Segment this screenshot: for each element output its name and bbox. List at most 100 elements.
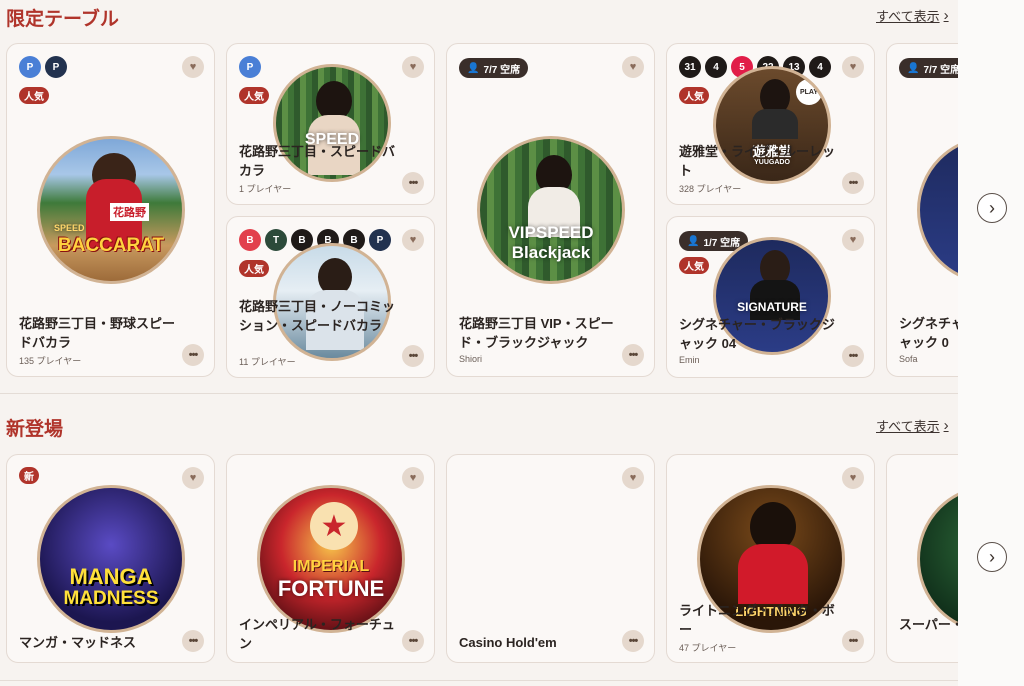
more-icon[interactable]: ••• bbox=[402, 345, 424, 367]
bet-history-chips: P P bbox=[19, 56, 67, 78]
game-card-signature-blackjack-partial[interactable]: 👤 7/7 空席 シグネチャー・ブラックジャック 0 Sofa bbox=[886, 43, 958, 377]
heart-icon[interactable]: ♥ bbox=[402, 229, 424, 251]
heart-icon[interactable]: ♥ bbox=[622, 56, 644, 78]
person-icon: 👤 bbox=[467, 62, 480, 74]
game-thumbnail: VIPSPEED Blackjack bbox=[477, 136, 625, 284]
game-title: スーパー・ム bbox=[899, 617, 958, 632]
game-thumbnail bbox=[917, 136, 958, 284]
heart-icon[interactable]: ♥ bbox=[402, 56, 424, 78]
game-thumbnail bbox=[917, 485, 958, 633]
popular-badge: 人気 bbox=[679, 257, 709, 274]
popular-badge: 人気 bbox=[19, 87, 49, 104]
thumb-manga: MANGA bbox=[69, 564, 153, 589]
thumb-imperial: IMPERIAL bbox=[292, 558, 370, 575]
game-card-no-commission-baccarat[interactable]: B T B B B P ♥ 人気 花路野三丁目・ノーコミッション・スピードバカラ… bbox=[226, 216, 435, 378]
seat-label: 1/7 空席 bbox=[703, 237, 741, 249]
game-title: シグネチャー・ブラックジャック 04 bbox=[679, 317, 835, 351]
thumb-brand: 花路野 bbox=[110, 203, 149, 221]
right-gutter bbox=[958, 0, 1024, 686]
history-chip: 4 bbox=[705, 56, 727, 78]
game-card-vip-speed-blackjack[interactable]: 👤 7/7 空席 ♥ VIPSPEED Blackjack 花路野三丁目 VIP… bbox=[446, 43, 655, 377]
thumb-madness: MADNESS bbox=[63, 588, 159, 609]
game-card-baseball-speed-baccarat[interactable]: P P ♥ 人気 花路野 SPEED BACCARAT 花路野三丁目・野球スピー… bbox=[6, 43, 215, 377]
play-icon: PLAY bbox=[796, 79, 822, 105]
see-all-label: すべて表示 bbox=[876, 419, 940, 434]
more-icon[interactable]: ••• bbox=[402, 172, 424, 194]
game-title: 花路野三丁目 VIP・スピード・ブラックジャック bbox=[459, 316, 614, 350]
history-chip: T bbox=[265, 229, 287, 251]
section-title-new: 新登場 bbox=[6, 419, 64, 440]
carousel-next-new-button[interactable]: › bbox=[977, 542, 1007, 572]
person-icon: 👤 bbox=[687, 235, 700, 247]
game-card-manga-madness[interactable]: 新 ♥ MANGA MADNESS マンガ・マッドネス ••• bbox=[6, 454, 215, 663]
thumb-blackjack: Blackjack bbox=[511, 243, 591, 262]
player-count: 328 プレイヤー bbox=[679, 184, 742, 194]
game-title: Casino Hold'em bbox=[459, 635, 557, 650]
game-title: 花路野三丁目・スピードバカラ bbox=[239, 144, 396, 178]
game-title: 遊雅堂・ライブ・ルーレット bbox=[679, 144, 836, 178]
seat-availability: 👤 7/7 空席 bbox=[899, 58, 958, 78]
section-divider bbox=[0, 680, 958, 681]
heart-icon[interactable]: ♥ bbox=[402, 467, 424, 489]
game-thumbnail: ★ IMPERIAL FORTUNE bbox=[257, 485, 405, 633]
game-card-imperial-fortune[interactable]: ♥ ★ IMPERIAL FORTUNE インペリアル・フォーチュン ••• bbox=[226, 454, 435, 663]
thumb-fortune: FORTUNE bbox=[277, 576, 385, 601]
game-card-super-partial[interactable]: スーパー・ム bbox=[886, 454, 958, 663]
history-chip: P bbox=[19, 56, 41, 78]
more-icon[interactable]: ••• bbox=[402, 630, 424, 652]
history-chip: P bbox=[369, 229, 391, 251]
thumb-label: SIGNATURE bbox=[737, 300, 807, 314]
more-icon[interactable]: ••• bbox=[182, 344, 204, 366]
bet-history-chips: P bbox=[239, 56, 261, 78]
more-icon[interactable]: ••• bbox=[622, 344, 644, 366]
dealer-name: Shiori bbox=[459, 354, 483, 364]
popular-badge: 人気 bbox=[239, 87, 269, 104]
game-thumbnail: 花路野 SPEED BACCARAT bbox=[37, 136, 185, 284]
game-title: 花路野三丁目・野球スピードバカラ bbox=[19, 316, 176, 350]
game-title: 花路野三丁目・ノーコミッション・スピードバカラ bbox=[239, 299, 396, 333]
carousel-next-limited-button[interactable]: › bbox=[977, 193, 1007, 223]
game-card-signature-blackjack-04[interactable]: 👤 1/7 空席 ♥ 人気 SIGNATURE シグネチャー・ブラックジャック … bbox=[666, 216, 875, 378]
seat-label: 7/7 空席 bbox=[483, 64, 521, 76]
section-divider bbox=[0, 393, 958, 394]
game-card-casino-holdem[interactable]: ♥ Casino Hold'em ••• bbox=[446, 454, 655, 663]
more-icon[interactable]: ••• bbox=[842, 630, 864, 652]
player-count: 11 プレイヤー bbox=[239, 357, 296, 367]
dealer-name: Emin bbox=[679, 355, 700, 365]
game-title: シグネチャー・ブラックジャック 0 bbox=[899, 316, 958, 350]
heart-icon[interactable]: ♥ bbox=[182, 467, 204, 489]
game-title: インペリアル・フォーチュン bbox=[239, 617, 395, 651]
game-card-speed-baccarat[interactable]: P ♥ 人気 SPEED 花路野三丁目・スピードバカラ 1 プレイヤー ••• bbox=[226, 43, 435, 205]
history-chip: 4 bbox=[809, 56, 831, 78]
game-title: マンガ・マッドネス bbox=[19, 635, 137, 650]
game-title: ライトニング・バック・ボー bbox=[679, 603, 835, 637]
history-chip: B bbox=[239, 229, 261, 251]
game-card-yuugado-live-roulette[interactable]: 31 4 5 22 13 4 ♥ 人気 遊雅堂 YUUGADO PLAY 遊雅堂… bbox=[666, 43, 875, 205]
card-carousel-limited: P P ♥ 人気 花路野 SPEED BACCARAT 花路野三丁目・野球スピー… bbox=[0, 0, 958, 686]
see-all-new-link[interactable]: すべて表示 › bbox=[876, 416, 949, 435]
player-count: 1 プレイヤー bbox=[239, 184, 292, 194]
more-icon[interactable]: ••• bbox=[182, 630, 204, 652]
thumb-vipspeed: VIPSPEED bbox=[508, 223, 594, 242]
more-icon[interactable]: ••• bbox=[842, 172, 864, 194]
history-chip: 31 bbox=[679, 56, 701, 78]
heart-icon[interactable]: ♥ bbox=[622, 467, 644, 489]
chevron-right-icon: › bbox=[943, 417, 949, 434]
history-chip: P bbox=[45, 56, 67, 78]
new-badge: 新 bbox=[19, 467, 39, 484]
heart-icon[interactable]: ♥ bbox=[182, 56, 204, 78]
person-icon: 👤 bbox=[907, 62, 920, 74]
seat-availability: 👤 7/7 空席 bbox=[459, 58, 529, 78]
heart-icon[interactable]: ♥ bbox=[842, 56, 864, 78]
popular-badge: 人気 bbox=[239, 260, 269, 277]
heart-icon[interactable]: ♥ bbox=[842, 467, 864, 489]
heart-icon[interactable]: ♥ bbox=[842, 229, 864, 251]
more-icon[interactable]: ••• bbox=[842, 345, 864, 367]
history-chip: P bbox=[239, 56, 261, 78]
more-icon[interactable]: ••• bbox=[622, 630, 644, 652]
thumb-baccarat: BACCARAT bbox=[57, 235, 165, 256]
seat-label: 7/7 空席 bbox=[923, 64, 958, 76]
player-count: 135 プレイヤー bbox=[19, 356, 82, 366]
popular-badge: 人気 bbox=[679, 87, 709, 104]
game-card-lightning-bac-bo[interactable]: ♥ LIGHTNING ライトニング・バック・ボー 47 プレイヤー ••• bbox=[666, 454, 875, 663]
